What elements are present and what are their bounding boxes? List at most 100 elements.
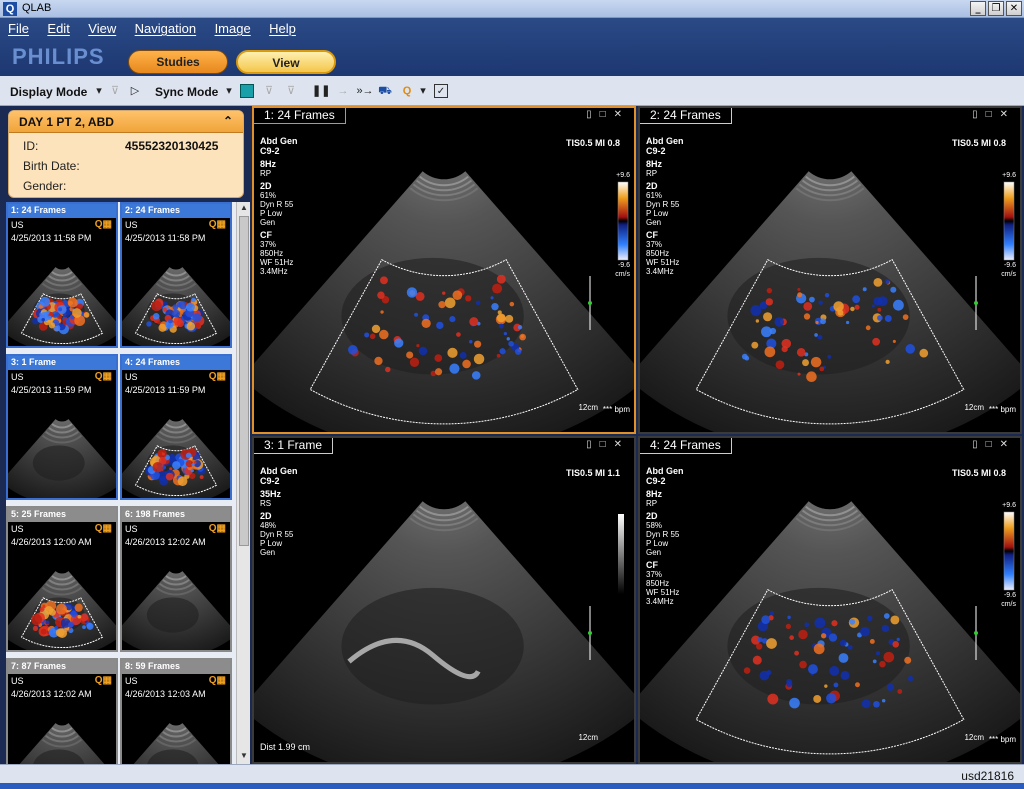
velocity-min: -9.6 xyxy=(617,262,630,269)
menu-edit[interactable]: Edit xyxy=(47,21,69,36)
info-line: Gen xyxy=(260,548,276,557)
tab-view[interactable]: View xyxy=(236,50,336,74)
viewport-window-buttons[interactable]: ▯□✕ xyxy=(972,439,1016,450)
thumbnail-item[interactable]: 8: 59 Frames US Q▦ 4/26/2013 12:03 AM xyxy=(120,658,232,764)
scroll-thumb[interactable] xyxy=(239,216,249,546)
fast-forward-icon[interactable]: »→ xyxy=(356,84,374,98)
qlab-plugin-icon[interactable]: Q xyxy=(400,84,414,98)
thumbnail-date: 4/25/2013 11:59 PM xyxy=(11,385,92,395)
id-label: ID: xyxy=(23,139,39,153)
thumbnail-item[interactable]: 7: 87 Frames US Q▦ 4/26/2013 12:02 AM xyxy=(6,658,118,764)
qlab-window: Q QLAB _ ❐ ✕ File Edit View Navigation I… xyxy=(0,0,1024,789)
scroll-down-icon[interactable]: ▼ xyxy=(238,751,250,763)
ultrasound-image xyxy=(640,171,1020,432)
scroll-up-icon[interactable]: ▲ xyxy=(238,203,250,215)
qlab-film-icon[interactable]: Q▦ xyxy=(95,675,112,686)
layout-icon[interactable] xyxy=(240,84,254,98)
app-icon: Q xyxy=(3,2,17,16)
velocity-unit: cm/s xyxy=(1001,271,1016,278)
chevron-down-icon[interactable]: ▾ xyxy=(222,84,236,98)
patient-icon[interactable]: ⛟ xyxy=(378,84,392,98)
info-line: 3.4MHz xyxy=(646,267,674,276)
thumbnail-title: 6: 198 Frames xyxy=(122,508,230,522)
filter-icon: ⊽ xyxy=(264,85,274,97)
depth-readout: 12cm xyxy=(578,733,598,742)
viewport-3[interactable]: 3: 1 Frame ▯□✕ Abd Gen C9-2 35Hz RS 2D 48% Dyn… xyxy=(252,436,636,764)
viewport-window-buttons[interactable]: ▯□✕ xyxy=(586,109,630,120)
info-line: RS xyxy=(260,499,272,508)
play-filter-icon[interactable]: ▷ xyxy=(128,84,142,98)
checkbox-icon[interactable]: ✓ xyxy=(434,84,448,98)
chevron-down-icon[interactable]: ▾ xyxy=(92,84,106,98)
viewport-2[interactable]: 2: 24 Frames ▯□✕ Abd Gen C9-2 8Hz RP 2D 61% Dy… xyxy=(638,106,1022,434)
filter-icon: ⊽ xyxy=(110,85,120,97)
menu-file[interactable]: File xyxy=(8,21,29,36)
info-line: WF 51Hz xyxy=(646,258,680,267)
info-line: Abd Gen xyxy=(646,136,684,146)
qlab-film-icon[interactable]: Q▦ xyxy=(209,219,226,230)
viewport-4[interactable]: 4: 24 Frames ▯□✕ Abd Gen C9-2 8Hz RP 2D 58% Dy… xyxy=(638,436,1022,764)
info-line: Gen xyxy=(646,548,662,557)
velocity-min: -9.6 xyxy=(1003,592,1016,599)
info-line: P Low xyxy=(646,539,669,548)
qlab-film-icon[interactable]: Q▦ xyxy=(209,523,226,534)
step-forward-icon: → xyxy=(337,85,349,97)
restore-button[interactable]: ❐ xyxy=(988,1,1004,16)
qlab-film-icon[interactable]: Q▦ xyxy=(95,219,112,230)
thumbnail-item[interactable]: 2: 24 Frames US Q▦ 4/25/2013 11:58 PM xyxy=(120,202,232,348)
close-button[interactable]: ✕ xyxy=(1006,1,1022,16)
tis-mi-readout: TIS0.5 MI 1.1 xyxy=(565,468,620,478)
qlab-film-icon[interactable]: Q▦ xyxy=(209,371,226,382)
info-line: WF 51Hz xyxy=(260,258,294,267)
thumbnail-item[interactable]: 1: 24 Frames US Q▦ 4/25/2013 11:58 PM xyxy=(6,202,118,348)
info-line: RP xyxy=(260,169,272,178)
viewport-tab[interactable]: 3: 1 Frame xyxy=(254,438,334,454)
menu-image[interactable]: Image xyxy=(215,21,251,36)
velocity-color-bar xyxy=(617,181,629,261)
filter-icon: ⊽ xyxy=(286,85,296,97)
pause-icon[interactable]: ❚❚ xyxy=(312,84,330,98)
sync-mode-menu[interactable]: Sync Mode xyxy=(155,85,218,99)
viewport-tab[interactable]: 2: 24 Frames xyxy=(640,108,732,124)
menu-view[interactable]: View xyxy=(88,21,116,36)
viewport-1[interactable]: 1: 24 Frames ▯□✕ Abd Gen C9-2 8Hz RP 2D 61% Dy… xyxy=(252,106,636,434)
chevron-down-icon[interactable]: ▾ xyxy=(416,84,430,98)
info-line: Gen xyxy=(646,218,662,227)
qlab-film-icon[interactable]: Q▦ xyxy=(209,675,226,686)
viewport-tab[interactable]: 4: 24 Frames xyxy=(640,438,732,454)
viewport-tab[interactable]: 1: 24 Frames xyxy=(254,108,346,124)
display-mode-menu[interactable]: Display Mode xyxy=(10,85,87,99)
velocity-min: -9.6 xyxy=(1003,262,1016,269)
thumbnail-item[interactable]: 3: 1 Frame US Q▦ 4/25/2013 11:59 PM xyxy=(6,354,118,500)
viewport-window-buttons[interactable]: ▯□✕ xyxy=(972,109,1016,120)
qlab-film-icon[interactable]: Q▦ xyxy=(95,523,112,534)
thumbnail-date: 4/25/2013 11:58 PM xyxy=(125,233,206,243)
viewport-window-buttons[interactable]: ▯□✕ xyxy=(586,439,630,450)
patient-header[interactable]: DAY 1 PT 2, ABD ⌃ xyxy=(9,111,243,133)
menu-help[interactable]: Help xyxy=(269,21,296,36)
acquisition-info: Abd Gen C9-2 35Hz RS 2D 48% Dyn R 55 P Low Gen xyxy=(260,466,298,575)
acquisition-info: Abd Gen C9-2 8Hz RP 2D 61% Dyn R 55 P Low Gen … xyxy=(646,136,684,276)
heart-rate-readout: *** bpm xyxy=(988,405,1016,414)
info-line: 850Hz xyxy=(646,579,670,588)
menu-navigation[interactable]: Navigation xyxy=(135,21,196,36)
collapse-icon[interactable]: ⌃ xyxy=(223,114,233,128)
info-line: 2D xyxy=(260,511,272,521)
tab-studies[interactable]: Studies xyxy=(128,50,228,74)
app-header: File Edit View Navigation Image Help PHI… xyxy=(0,18,1024,76)
thumbnail-item[interactable]: 5: 25 Frames US Q▦ 4/26/2013 12:00 AM xyxy=(6,506,118,652)
thumbnail-title: 4: 24 Frames xyxy=(122,356,230,370)
info-line: RP xyxy=(646,499,658,508)
info-line: Dyn R 55 xyxy=(646,200,680,209)
thumbnail-item[interactable]: 4: 24 Frames US Q▦ 4/25/2013 11:59 PM xyxy=(120,354,232,500)
thumbnail-scrollbar[interactable]: ▲ ▼ xyxy=(236,202,250,764)
info-line: Dyn R 55 xyxy=(260,200,294,209)
heart-rate-readout: *** bpm xyxy=(602,405,630,414)
thumbnail-item[interactable]: 6: 198 Frames US Q▦ 4/26/2013 12:02 AM xyxy=(120,506,232,652)
qlab-film-icon[interactable]: Q▦ xyxy=(95,371,112,382)
thumbnail-modality: US xyxy=(125,676,138,686)
thumbnail-modality: US xyxy=(11,524,24,534)
thumbnail-title: 8: 59 Frames xyxy=(122,660,230,674)
focus-marker xyxy=(974,631,978,635)
minimize-button[interactable]: _ xyxy=(970,1,986,16)
